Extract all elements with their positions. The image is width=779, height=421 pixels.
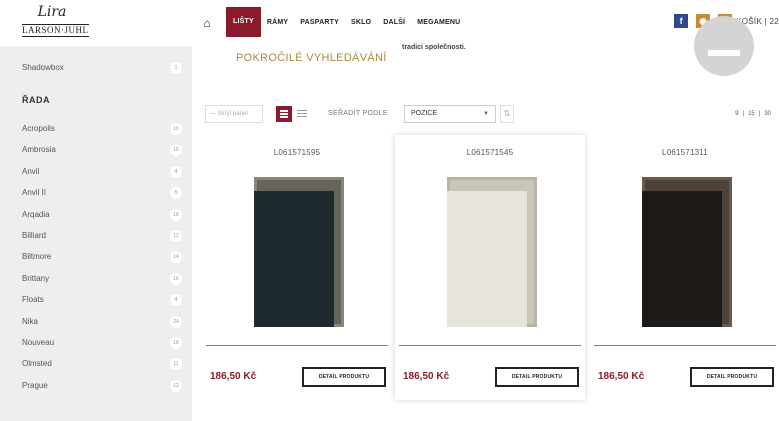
per-page-30[interactable]: 30 xyxy=(760,111,775,117)
filter-item-acropolis[interactable]: Acropolis 10 xyxy=(22,122,182,136)
product-card[interactable]: L061571595 186,50 Kč DETAIL PRODUKTU xyxy=(202,135,392,400)
home-icon[interactable]: ⌂ xyxy=(198,16,216,30)
logo-text: LARSON·JUHL xyxy=(22,24,89,37)
larson-juhl-logo[interactable]: Lira LARSON·JUHL xyxy=(22,4,89,40)
frame-moulding-image[interactable] xyxy=(254,177,344,327)
nav-megamenu[interactable]: MEGAMENU xyxy=(411,10,466,36)
filter-item-label: Nouveau xyxy=(22,338,55,347)
advanced-search-link[interactable]: POKROČILÉ VYHLEDÁVÁNÍ xyxy=(236,52,387,64)
card-divider xyxy=(399,345,581,346)
filter-item-label: Acropolis xyxy=(22,124,55,133)
filter-item-label: Brittany xyxy=(22,273,50,283)
filter-item-count: 12 xyxy=(170,230,182,242)
filter-item-label: Ambrosia xyxy=(22,145,56,155)
product-code[interactable]: L061571311 xyxy=(590,148,779,157)
filter-item-count: 4 xyxy=(170,165,182,178)
list-view-icon[interactable] xyxy=(297,109,307,119)
nav-ramy[interactable]: RÁMY xyxy=(261,10,294,36)
sort-select-value: POZICE xyxy=(411,110,438,117)
grid-view-icon[interactable] xyxy=(276,106,292,122)
sort-select[interactable]: POZICE ▼ xyxy=(404,105,496,123)
filter-item-nika[interactable]: Nika 24 xyxy=(22,315,182,329)
product-detail-button[interactable]: DETAIL PRODUKTU xyxy=(495,367,579,387)
intro-text-snippet: tradici společnosti. xyxy=(402,44,466,51)
filter-item-ambrosia[interactable]: Ambrosia 16 xyxy=(22,143,182,157)
card-divider xyxy=(594,345,776,346)
filter-section-title: ŘADA xyxy=(22,95,50,105)
chevron-down-icon: ▼ xyxy=(483,111,489,117)
filter-item-count: 4 xyxy=(170,294,182,307)
filter-item-biltmore[interactable]: Biltmore 14 xyxy=(22,250,182,264)
filter-item-label: Biltmore xyxy=(22,252,52,262)
filter-item-brittany[interactable]: Brittany 16 xyxy=(22,272,182,286)
filter-item-anvil[interactable]: Anvil 4 xyxy=(22,165,182,179)
filter-item-count: 11 xyxy=(170,358,182,371)
nav-pasparty[interactable]: PASPARTY xyxy=(294,10,345,36)
product-detail-button[interactable]: DETAIL PRODUKTU xyxy=(302,367,386,387)
nav-sklo[interactable]: SKLO xyxy=(345,10,377,36)
logo-script: Lira xyxy=(37,4,67,20)
sort-label: SEŘADIT PODLE xyxy=(328,110,388,117)
filter-item-count: 10 xyxy=(170,123,182,135)
filter-item-count: 14 xyxy=(170,251,182,264)
filter-item-shadowbox[interactable]: Shadowbox 1 xyxy=(22,61,182,75)
site-header: Lira LARSON·JUHL ⌂ LIŠTY RÁMY PASPARTY S… xyxy=(0,0,779,46)
filter-item-count: 24 xyxy=(170,315,182,328)
per-page-selector: 9 | 15 | 30 xyxy=(731,105,775,123)
frame-moulding-image[interactable] xyxy=(447,177,537,327)
filter-item-label: Arqadia xyxy=(22,209,50,219)
filter-item-count: 12 xyxy=(170,379,182,392)
filter-item-label: Shadowbox xyxy=(22,63,64,72)
product-card[interactable]: L061571311 186,50 Kč DETAIL PRODUKTU xyxy=(590,135,779,400)
card-divider xyxy=(206,345,388,346)
decorative-circle-icon xyxy=(694,16,754,76)
filter-item-label: Olmsted xyxy=(22,359,52,369)
facebook-icon[interactable]: f xyxy=(674,14,689,28)
filter-item-label: Anvil xyxy=(22,166,40,176)
nav-listy[interactable]: LIŠTY xyxy=(226,7,261,37)
per-page-15[interactable]: 15 xyxy=(744,111,759,117)
filter-item-billiard[interactable]: Billiard 12 xyxy=(22,229,182,243)
sort-direction-icon[interactable]: ⇅ xyxy=(500,105,514,123)
product-detail-button[interactable]: DETAIL PRODUKTU xyxy=(690,367,774,387)
hide-panel-button[interactable]: — Skrýt panel xyxy=(205,105,263,123)
filter-item-count: 16 xyxy=(170,272,182,285)
product-price: 186,50 Kč xyxy=(403,371,450,382)
filter-item-label: Billiard xyxy=(22,231,47,240)
filter-item-olmsted[interactable]: Olmsted 11 xyxy=(22,357,182,371)
filter-item-nouveau[interactable]: Nouveau 18 xyxy=(22,336,182,350)
filter-item-prague[interactable]: Prague 12 xyxy=(22,379,182,393)
nav-dalsi[interactable]: DALŠÍ xyxy=(377,10,411,36)
filter-item-count: 18 xyxy=(170,337,182,349)
filter-item-anvil-ii[interactable]: Anvil II 5 xyxy=(22,186,182,200)
filter-item-count: 5 xyxy=(170,187,182,200)
product-price: 186,50 Kč xyxy=(210,371,257,382)
filter-item-label: Floats xyxy=(22,295,44,305)
product-card[interactable]: L061571545 186,50 Kč DETAIL PRODUKTU xyxy=(395,135,585,400)
main-nav: ⌂ LIŠTY RÁMY PASPARTY SKLO DALŠÍ MEGAMEN… xyxy=(198,7,466,37)
filter-item-floats[interactable]: Floats 4 xyxy=(22,293,182,307)
product-code[interactable]: L061571545 xyxy=(395,148,585,157)
filter-item-count: 16 xyxy=(170,144,182,157)
per-page-9[interactable]: 9 xyxy=(731,111,742,117)
filter-item-count: 1 xyxy=(170,62,182,74)
frame-moulding-image[interactable] xyxy=(642,177,732,327)
product-price: 186,50 Kč xyxy=(598,371,645,382)
filter-item-label: Nika xyxy=(22,316,39,326)
filter-item-arqadia[interactable]: Arqadia 18 xyxy=(22,208,182,222)
filter-item-label: Anvil II xyxy=(22,188,47,198)
product-code[interactable]: L061571595 xyxy=(202,148,392,157)
filter-item-label: Prague xyxy=(22,380,48,390)
filter-item-count: 18 xyxy=(170,208,182,221)
